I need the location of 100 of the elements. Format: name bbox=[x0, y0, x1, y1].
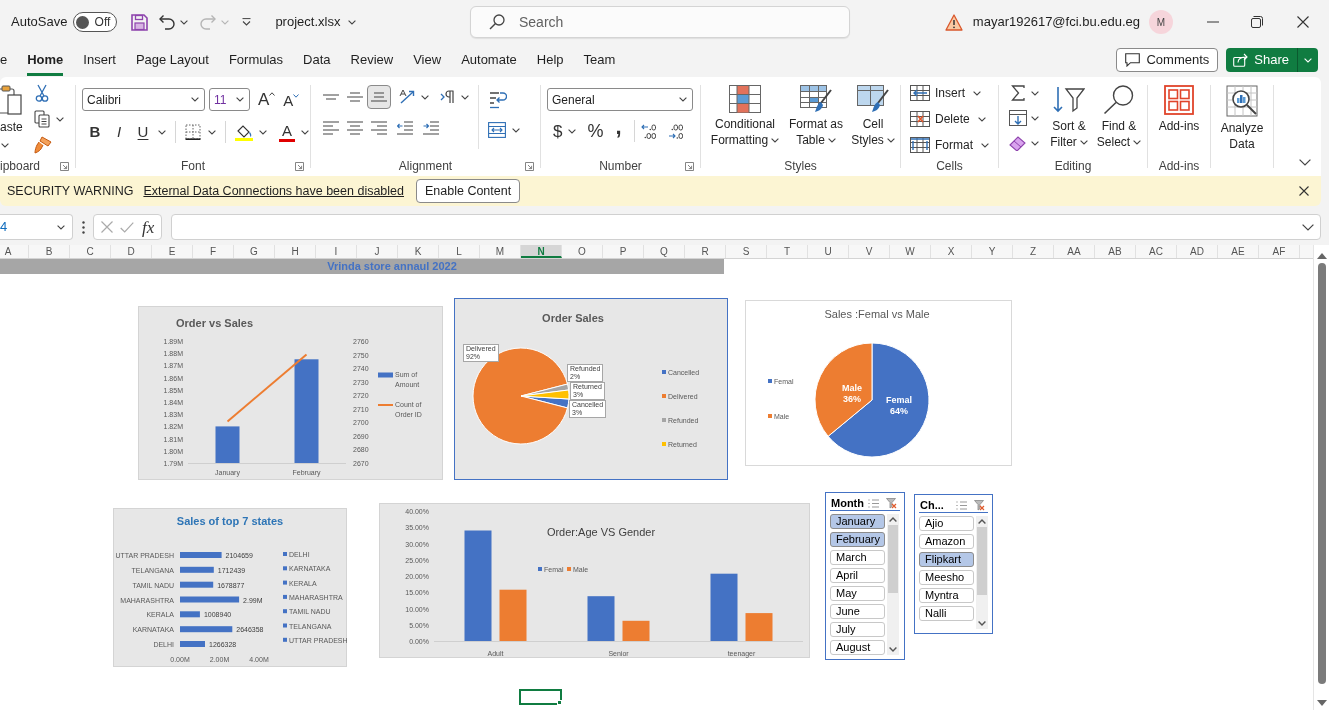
column-header[interactable]: A bbox=[0, 245, 29, 258]
scrollbar-thumb[interactable] bbox=[977, 527, 987, 595]
check-icon[interactable] bbox=[120, 221, 135, 233]
avatar[interactable]: M bbox=[1149, 10, 1173, 34]
analyze-data-button[interactable]: Analyze Data bbox=[1213, 77, 1271, 156]
column-header[interactable]: B bbox=[29, 245, 70, 258]
column-header[interactable]: F bbox=[193, 245, 234, 258]
caret-icon[interactable] bbox=[348, 19, 357, 25]
column-header[interactable]: AA bbox=[1054, 245, 1095, 258]
restore-icon[interactable] bbox=[1251, 16, 1263, 28]
caret-icon[interactable] bbox=[57, 224, 65, 230]
file-name-button[interactable]: project.xlsx bbox=[275, 12, 357, 32]
slicer-item[interactable]: April bbox=[830, 568, 885, 583]
slicer-item[interactable]: Flipkart bbox=[919, 552, 974, 567]
caret-icon[interactable] bbox=[191, 97, 199, 102]
ribbon-tab[interactable]: Data bbox=[303, 44, 331, 76]
align-center-icon[interactable] bbox=[347, 121, 363, 135]
column-header[interactable]: H bbox=[275, 245, 316, 258]
merge-center-icon[interactable] bbox=[488, 122, 506, 138]
column-header[interactable]: AF bbox=[1259, 245, 1300, 258]
caret-icon[interactable] bbox=[158, 129, 166, 135]
caret-icon[interactable] bbox=[886, 138, 895, 144]
column-header[interactable]: W bbox=[890, 245, 931, 258]
column-header[interactable]: G bbox=[234, 245, 275, 258]
currency-button[interactable]: $ bbox=[553, 122, 563, 140]
dialog-launcher-icon[interactable] bbox=[295, 161, 304, 171]
align-left-icon[interactable] bbox=[323, 121, 339, 135]
caret-icon[interactable] bbox=[568, 128, 577, 134]
paste-button[interactable]: aste bbox=[0, 77, 24, 148]
number-format-dropdown[interactable]: General bbox=[547, 88, 693, 111]
copy-icon[interactable] bbox=[34, 110, 50, 128]
column-header[interactable]: V bbox=[849, 245, 890, 258]
ribbon-tab[interactable]: Team bbox=[583, 44, 616, 76]
comma-style-button[interactable]: , bbox=[615, 116, 622, 138]
scrollbar-thumb[interactable] bbox=[1317, 263, 1326, 684]
dialog-launcher-icon[interactable] bbox=[525, 161, 534, 171]
scroll-up-icon[interactable] bbox=[1316, 253, 1327, 259]
column-header[interactable]: Y bbox=[972, 245, 1013, 258]
name-box[interactable]: 4 bbox=[0, 214, 73, 240]
caret-icon[interactable] bbox=[512, 127, 520, 133]
caret-icon[interactable] bbox=[56, 116, 64, 122]
ribbon-tab[interactable]: Formulas bbox=[228, 44, 284, 76]
column-header[interactable]: R bbox=[685, 245, 726, 258]
slicer-item[interactable]: Amazon bbox=[919, 534, 974, 549]
expand-icon[interactable] bbox=[1302, 223, 1314, 231]
selected-cell[interactable] bbox=[519, 689, 562, 705]
column-header[interactable]: O bbox=[562, 245, 603, 258]
column-header[interactable]: T bbox=[767, 245, 808, 258]
font-color-button[interactable]: A bbox=[279, 122, 295, 142]
column-header[interactable]: Z bbox=[1013, 245, 1054, 258]
clear-filter-icon[interactable] bbox=[886, 497, 897, 509]
column-header[interactable]: P bbox=[603, 245, 644, 258]
brush-icon[interactable] bbox=[34, 136, 52, 154]
font-name-dropdown[interactable]: Calibri bbox=[82, 88, 205, 111]
borders-icon[interactable] bbox=[185, 124, 201, 140]
slicer-item[interactable]: March bbox=[830, 550, 885, 565]
slicer-item[interactable]: Meesho bbox=[919, 570, 974, 585]
column-header[interactable]: E bbox=[152, 245, 193, 258]
caret-icon[interactable] bbox=[679, 97, 687, 102]
insert-function-button[interactable]: fx bbox=[141, 218, 155, 236]
slicer-item[interactable]: January bbox=[830, 514, 885, 529]
enable-content-button[interactable]: Enable Content bbox=[416, 179, 521, 203]
slicer-item[interactable]: July bbox=[830, 622, 885, 637]
column-header[interactable]: S bbox=[726, 245, 767, 258]
align-right-icon[interactable] bbox=[371, 121, 387, 135]
caret-icon[interactable] bbox=[1, 143, 9, 148]
close-icon[interactable] bbox=[1297, 16, 1309, 28]
caret-icon[interactable] bbox=[827, 138, 836, 144]
column-header[interactable]: J bbox=[357, 245, 398, 258]
ribbon-tab[interactable]: Help bbox=[536, 44, 564, 76]
decrease-indent-icon[interactable] bbox=[397, 121, 413, 135]
wrap-text-icon[interactable] bbox=[489, 91, 507, 109]
column-header[interactable]: AD bbox=[1177, 245, 1218, 258]
insert-cells-button[interactable]: Insert bbox=[910, 82, 981, 104]
format-as-table-button[interactable]: Format as Table bbox=[785, 77, 847, 148]
orientation-icon[interactable] bbox=[399, 89, 417, 105]
conditional-formatting-button[interactable]: Conditional Formatting bbox=[707, 77, 783, 148]
formula-input[interactable] bbox=[171, 214, 1321, 240]
column-header[interactable]: I bbox=[316, 245, 357, 258]
caret-icon[interactable] bbox=[421, 94, 429, 100]
sigma-icon[interactable] bbox=[1011, 85, 1025, 101]
autosave-toggle[interactable]: Off bbox=[73, 12, 118, 32]
scroll-down-icon[interactable] bbox=[978, 621, 986, 626]
scissors-icon[interactable] bbox=[35, 84, 49, 102]
format-cells-button[interactable]: Format bbox=[910, 134, 989, 156]
scroll-down-icon[interactable] bbox=[1316, 700, 1327, 706]
caret-icon[interactable] bbox=[236, 97, 244, 102]
increase-indent-icon[interactable] bbox=[423, 121, 439, 135]
caret-icon[interactable] bbox=[301, 129, 309, 135]
find-select-button[interactable]: Find & Select bbox=[1093, 77, 1145, 150]
ribbon-tab[interactable]: Review bbox=[350, 44, 394, 76]
save-icon[interactable] bbox=[131, 13, 149, 31]
slicer-item[interactable]: Myntra bbox=[919, 588, 974, 603]
column-header[interactable]: AE bbox=[1218, 245, 1259, 258]
column-header[interactable]: C bbox=[70, 245, 111, 258]
share-button[interactable]: Share bbox=[1226, 48, 1318, 72]
eraser-icon[interactable] bbox=[1009, 135, 1027, 151]
fill-bucket-icon[interactable] bbox=[235, 123, 253, 141]
caret-icon[interactable] bbox=[981, 142, 989, 148]
dialog-launcher-icon[interactable] bbox=[60, 161, 69, 171]
